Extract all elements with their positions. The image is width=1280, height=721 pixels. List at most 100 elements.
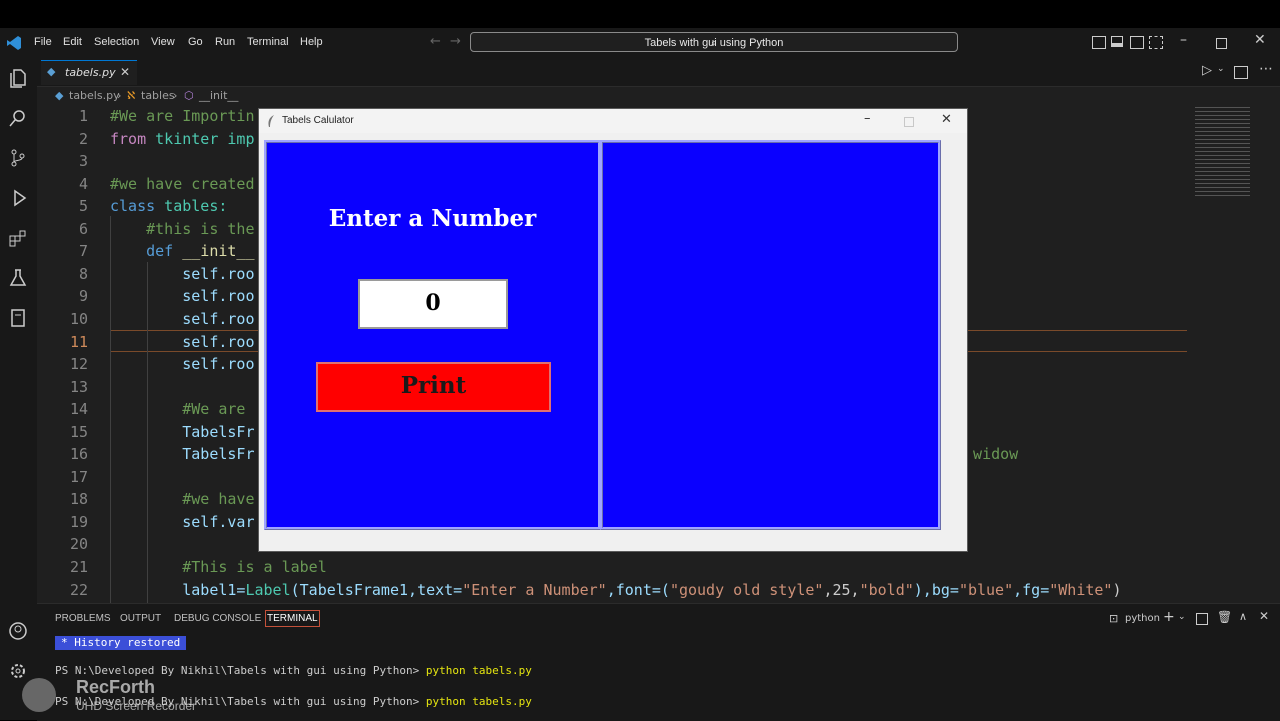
tab-problems[interactable]: PROBLEMS: [55, 613, 111, 624]
code-token: "blue": [958, 581, 1014, 599]
tab-output[interactable]: OUTPUT: [120, 613, 161, 624]
code-line: self.roo: [110, 333, 255, 351]
line-number: 11: [69, 333, 88, 351]
chevron-right-icon: ›: [117, 89, 122, 102]
terminal-shell-name[interactable]: python: [1125, 613, 1160, 624]
code-token: Label: [245, 581, 291, 599]
code-token: ,25,: [823, 581, 860, 599]
line-number: 18: [69, 490, 88, 508]
line-number: 3: [78, 152, 88, 170]
toggle-secondary-sidebar-icon[interactable]: [1130, 36, 1144, 49]
number-entry[interactable]: 0: [358, 279, 508, 329]
minimize-icon[interactable]: –: [864, 111, 871, 126]
extensions-icon[interactable]: [8, 228, 28, 248]
line-number: 21: [69, 558, 88, 576]
line-number: 20: [69, 535, 88, 553]
line-number: 5: [78, 197, 88, 215]
minimap[interactable]: [1187, 105, 1280, 603]
search-sidebar-icon[interactable]: [8, 108, 28, 128]
line-number: 6: [78, 220, 88, 238]
tkinter-title-bar[interactable]: Tabels Calulator – ✕: [259, 109, 967, 133]
code-token: (TabelsFrame1,: [290, 581, 418, 599]
maximize-panel-icon[interactable]: ∧: [1239, 610, 1247, 623]
code-token: class: [110, 197, 156, 215]
menu-file[interactable]: File: [34, 36, 52, 48]
close-window-icon[interactable]: ✕: [941, 112, 952, 127]
code-token: "goudy old style": [669, 581, 824, 599]
settings-gear-icon[interactable]: [8, 661, 28, 681]
new-terminal-icon[interactable]: +: [1163, 609, 1175, 625]
history-restored-badge: * History restored: [55, 636, 187, 650]
menu-go[interactable]: Go: [188, 36, 203, 48]
run-dropdown-icon[interactable]: ⌄: [1217, 64, 1225, 74]
split-editor-icon[interactable]: [1234, 66, 1248, 79]
line-number: 2: [78, 130, 88, 148]
remote-explorer-icon[interactable]: [8, 308, 28, 328]
code-line: #This is a label: [110, 558, 327, 576]
print-button[interactable]: Print: [316, 362, 551, 412]
explorer-icon[interactable]: [8, 68, 28, 88]
menu-help[interactable]: Help: [300, 36, 323, 48]
code-token: "White": [1049, 581, 1113, 599]
customize-layout-icon[interactable]: [1149, 36, 1163, 49]
tabels-frame-2: [600, 140, 941, 530]
tab-debug-console[interactable]: DEBUG CONSOLE: [174, 613, 261, 624]
terminal-command: python tabels.py: [425, 695, 532, 708]
tab-label: tabels.py: [65, 66, 116, 79]
editor-tab-bar: ▷ ⌄ ⋯: [37, 58, 1280, 87]
chevron-down-icon[interactable]: ⌄: [1178, 612, 1186, 622]
minimize-icon[interactable]: –: [1180, 32, 1187, 48]
toggle-panel-icon[interactable]: [1111, 36, 1123, 47]
run-file-icon[interactable]: ▷: [1202, 63, 1212, 78]
tab-terminal[interactable]: TERMINAL: [265, 610, 320, 627]
code-line: #we have created: [110, 175, 255, 193]
line-number: 17: [69, 468, 88, 486]
code-token: def: [110, 242, 174, 260]
bottom-panel: PROBLEMS OUTPUT DEBUG CONSOLE TERMINAL ⊡…: [37, 603, 1280, 721]
terminal-icon: ⊡: [1109, 612, 1119, 625]
run-debug-icon[interactable]: [8, 188, 28, 208]
account-icon[interactable]: [8, 621, 28, 641]
menu-selection[interactable]: Selection: [94, 36, 139, 48]
more-actions-icon[interactable]: ⋯: [1259, 61, 1273, 77]
code-token: label1=: [110, 581, 246, 599]
command-center-search[interactable]: ⌕ Tabels with gui using Python: [470, 32, 958, 52]
source-control-icon[interactable]: [8, 148, 28, 168]
line-number: 8: [78, 265, 88, 283]
menu-terminal[interactable]: Terminal: [247, 36, 289, 48]
split-terminal-icon[interactable]: [1196, 613, 1208, 625]
back-arrow-icon[interactable]: ←: [430, 34, 441, 49]
code-line: #this is the: [110, 220, 255, 238]
close-tab-icon[interactable]: ✕: [120, 65, 130, 79]
line-number: 16: [69, 445, 88, 463]
breadcrumb-class[interactable]: tables: [141, 89, 175, 102]
enter-number-label: Enter a Number: [328, 205, 537, 232]
breadcrumb-file[interactable]: tabels.py: [69, 89, 120, 102]
line-number: 14: [69, 400, 88, 418]
menu-run[interactable]: Run: [215, 36, 235, 48]
menu-view[interactable]: View: [151, 36, 175, 48]
code-line: def __init__: [110, 242, 254, 260]
search-text: Tabels with gui using Python: [644, 37, 784, 49]
code-token: "bold": [859, 581, 914, 599]
menu-edit[interactable]: Edit: [63, 36, 82, 48]
code-line: TabelsFr: [110, 423, 255, 441]
trash-icon[interactable]: 🗑: [1217, 610, 1232, 624]
toggle-sidebar-icon[interactable]: [1092, 36, 1106, 49]
terminal-command: python tabels.py: [425, 664, 532, 677]
restore-icon[interactable]: [1216, 38, 1227, 49]
feather-icon: [268, 115, 274, 127]
tab-tabels-py[interactable]: ◆ tabels.py ✕: [41, 60, 137, 85]
breadcrumb-method[interactable]: __init__: [199, 89, 238, 102]
code-token: ,font=(: [606, 581, 670, 599]
terminal-prompt: PS N:\Developed By Nikhil\Tabels with gu…: [55, 664, 426, 677]
close-panel-icon[interactable]: ✕: [1259, 609, 1269, 623]
tkinter-window: Tabels Calulator – ✕ Enter a Number 0 Pr…: [258, 108, 968, 552]
line-number: 10: [69, 310, 88, 328]
forward-arrow-icon[interactable]: →: [450, 34, 461, 49]
close-window-icon[interactable]: ✕: [1254, 32, 1266, 48]
line-number: 9: [78, 287, 88, 305]
code-line: #We are: [110, 400, 255, 418]
line-number: 12: [69, 355, 88, 373]
testing-icon[interactable]: [8, 268, 28, 288]
